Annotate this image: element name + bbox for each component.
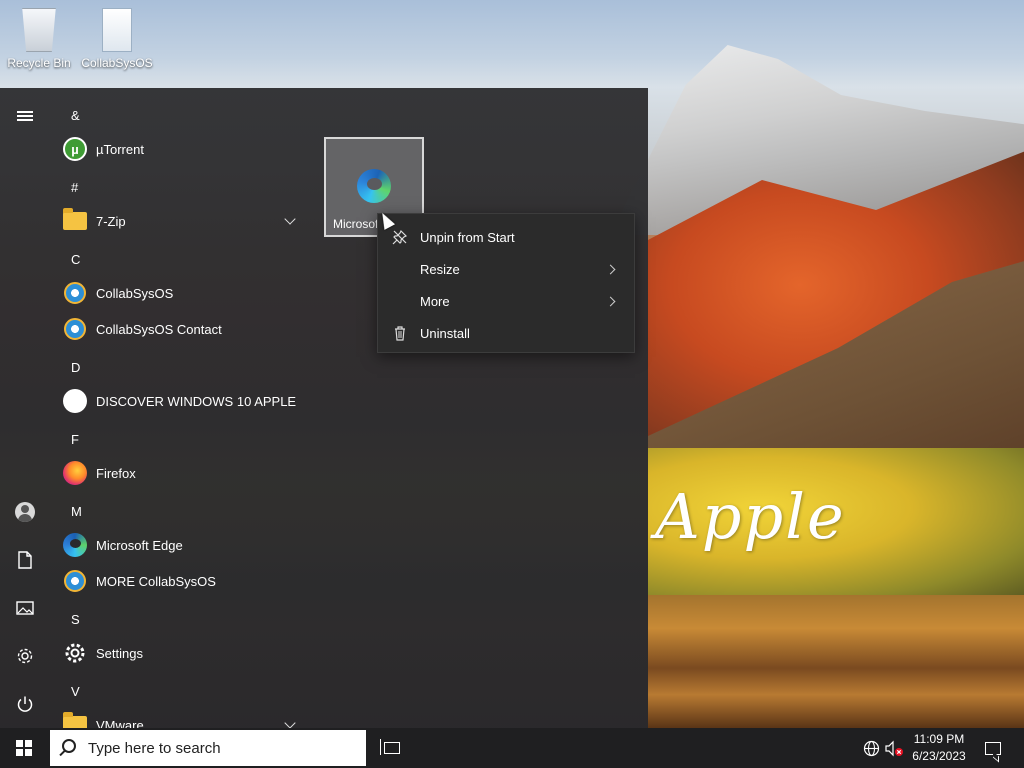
app-label: CollabSysOS: [96, 285, 174, 301]
menu-item-more[interactable]: More: [378, 285, 634, 317]
app-item-7zip[interactable]: 7-Zip: [56, 203, 308, 239]
network-icon: [863, 740, 879, 756]
app-item-discover-windows[interactable]: DISCOVER WINDOWS 10 APPLE: [56, 383, 308, 419]
edge-icon: [63, 533, 87, 557]
clock-time: 11:09 PM: [913, 732, 965, 746]
tile-context-menu: Unpin from Start Resize More Uninstall: [377, 213, 635, 353]
task-view-icon: [380, 739, 400, 755]
document-icon: [102, 8, 132, 52]
menu-item-unpin[interactable]: Unpin from Start: [378, 221, 634, 253]
internet-explorer-icon: [64, 282, 86, 304]
notification-icon: [985, 741, 1001, 755]
task-view-button[interactable]: [378, 732, 406, 764]
letter-header[interactable]: S: [71, 612, 80, 627]
document-icon: [18, 551, 32, 569]
start-button[interactable]: [0, 728, 48, 768]
internet-explorer-icon: [64, 570, 86, 592]
app-item-vmware[interactable]: VMware: [56, 707, 308, 728]
app-label: MORE CollabSysOS: [96, 573, 216, 589]
recycle-bin-icon: [22, 8, 56, 52]
menu-item-label: More: [420, 293, 450, 309]
gear-icon: [65, 643, 85, 663]
wallpaper-lake: [648, 595, 1024, 728]
hamburger-icon: [17, 109, 33, 123]
edge-icon: [357, 169, 391, 203]
gear-icon: [17, 648, 33, 664]
app-item-utorrent[interactable]: µ µTorrent: [56, 131, 308, 167]
app-item-collabsysos-contact[interactable]: CollabSysOS Contact: [56, 311, 308, 347]
menu-item-uninstall[interactable]: Uninstall: [378, 317, 634, 349]
letter-header[interactable]: F: [71, 432, 79, 447]
letter-header[interactable]: M: [71, 504, 82, 519]
expand-button[interactable]: [9, 100, 41, 132]
start-side-rail: [0, 88, 50, 728]
desktop-icon-collabsysos[interactable]: CollabSysOS: [79, 6, 155, 70]
clock-date: 6/23/2023: [912, 749, 966, 763]
apple-icon: [63, 389, 87, 413]
wallpaper-text: Apple: [655, 480, 846, 553]
app-item-collabsysos[interactable]: CollabSysOS: [56, 275, 308, 311]
user-account-button[interactable]: [9, 496, 41, 528]
windows-logo-icon: [16, 740, 32, 756]
documents-button[interactable]: [9, 544, 41, 576]
app-item-more-collabsysos[interactable]: MORE CollabSysOS: [56, 563, 308, 599]
start-menu: & µ µTorrent # 7-Zip C CollabSysOS Colla…: [0, 88, 648, 728]
user-icon: [15, 502, 35, 522]
firefox-icon: [63, 461, 87, 485]
desktop-icon-recycle-bin[interactable]: Recycle Bin: [1, 6, 77, 70]
app-label: VMware: [96, 717, 144, 729]
unpin-icon: [392, 229, 408, 245]
letter-header[interactable]: C: [71, 252, 80, 267]
app-label: µTorrent: [96, 141, 144, 157]
volume-button[interactable]: [884, 738, 904, 758]
utorrent-icon: µ: [63, 137, 87, 161]
power-button[interactable]: [9, 688, 41, 720]
search-icon: [62, 739, 76, 753]
action-center-button[interactable]: [978, 734, 1008, 762]
app-item-firefox[interactable]: Firefox: [56, 455, 308, 491]
chevron-down-icon: [284, 717, 296, 728]
app-label: DISCOVER WINDOWS 10 APPLE: [96, 393, 297, 409]
app-item-microsoft-edge[interactable]: Microsoft Edge: [56, 527, 308, 563]
app-item-settings[interactable]: Settings: [56, 635, 308, 671]
app-list: & µ µTorrent # 7-Zip C CollabSysOS Colla…: [56, 88, 316, 728]
menu-item-label: Unpin from Start: [420, 229, 515, 245]
power-icon: [17, 696, 33, 712]
folder-icon: [63, 208, 87, 230]
trash-icon: [395, 326, 405, 341]
menu-item-resize[interactable]: Resize: [378, 253, 634, 285]
internet-explorer-icon: [64, 318, 86, 340]
taskbar-search-box[interactable]: Type here to search: [50, 730, 366, 766]
letter-header[interactable]: &: [71, 108, 80, 123]
menu-item-label: Resize: [420, 261, 460, 277]
settings-button[interactable]: [9, 640, 41, 672]
desktop-icon-label: CollabSysOS: [81, 56, 153, 70]
taskbar-clock[interactable]: 11:09 PM 6/23/2023: [904, 731, 974, 765]
pictures-icon: [16, 601, 34, 615]
chevron-right-icon: [605, 264, 616, 274]
folder-icon: [63, 712, 87, 728]
letter-header[interactable]: #: [71, 180, 78, 195]
app-label: Microsoft Edge: [96, 537, 183, 553]
menu-item-label: Uninstall: [420, 325, 470, 341]
desktop-icon-label: Recycle Bin: [7, 56, 71, 70]
taskbar: Type here to search 11:09 PM 6/23/2023: [0, 728, 1024, 768]
search-placeholder: Type here to search: [88, 739, 221, 757]
app-label: CollabSysOS Contact: [96, 321, 222, 337]
app-label: 7-Zip: [96, 213, 126, 229]
volume-muted-icon: [885, 740, 903, 756]
chevron-down-icon: [284, 213, 296, 225]
letter-header[interactable]: V: [71, 684, 80, 699]
network-button[interactable]: [861, 738, 881, 758]
app-label: Firefox: [96, 465, 136, 481]
chevron-right-icon: [605, 296, 616, 306]
letter-header[interactable]: D: [71, 360, 80, 375]
pictures-button[interactable]: [9, 592, 41, 624]
app-label: Settings: [96, 645, 143, 661]
